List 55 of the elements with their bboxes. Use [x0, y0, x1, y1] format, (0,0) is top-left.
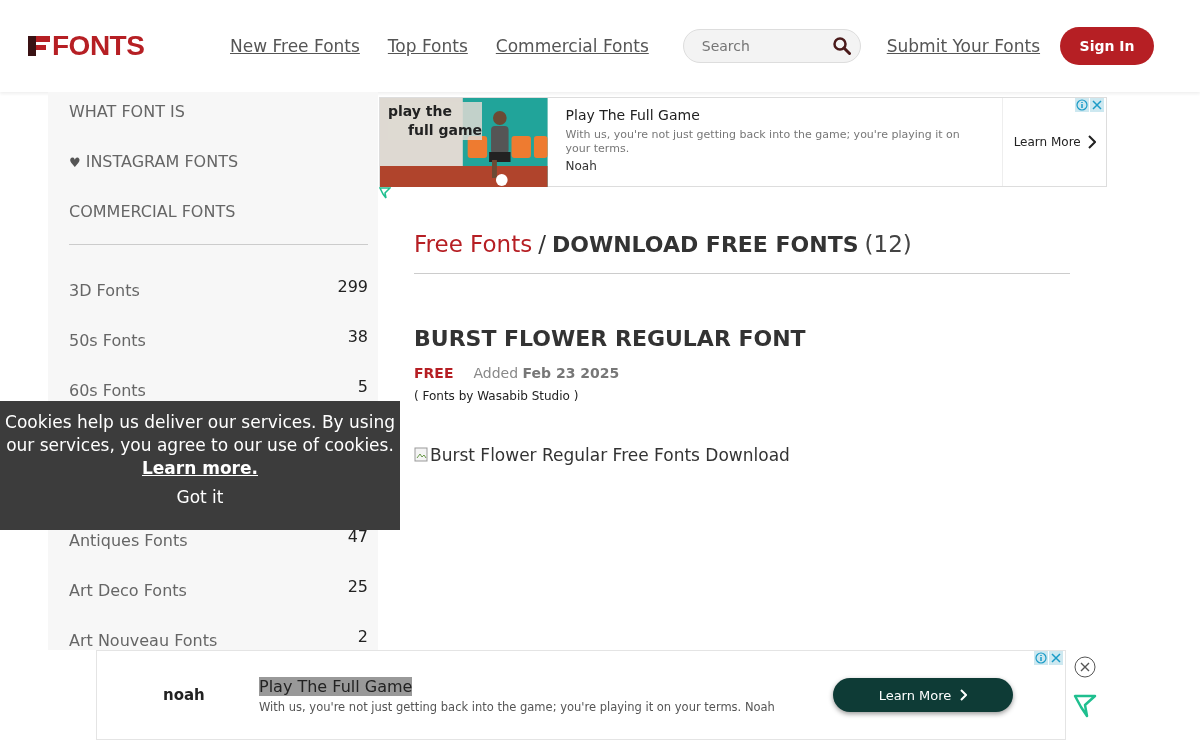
- category-count: 38: [347, 328, 368, 346]
- ad-text: With us, you're not just getting back into the game; you're playing it on your terms. Noah: [259, 699, 775, 714]
- heart-icon: ♥: [69, 154, 81, 170]
- category-link[interactable]: Art Deco Fonts: [69, 581, 187, 601]
- chevron-icon: [1086, 135, 1096, 149]
- page-heading: DOWNLOAD FREE FONTS: [551, 232, 859, 257]
- chevron-icon: [959, 689, 968, 701]
- learn-more-link[interactable]: Learn more.: [142, 458, 258, 478]
- free-label: FREE: [414, 365, 454, 381]
- info-icon[interactable]: [1034, 651, 1048, 665]
- category-count: 47: [347, 528, 368, 546]
- ad-title: Play The Full Game: [565, 107, 701, 123]
- nav-link[interactable]: New Free Fonts: [230, 36, 360, 56]
- category-link[interactable]: 60s Fonts: [69, 381, 146, 401]
- font-count: (12): [864, 231, 912, 257]
- brand-logo: noah: [163, 686, 206, 704]
- sidebar-link[interactable]: WHAT FONT IS: [69, 102, 185, 122]
- broken-image-icon: [414, 447, 430, 463]
- ad-banner[interactable]: play the full game Play The Full Game With us, you're not just getting back into the game; you're playing it on your terms. Noah Learn More: [379, 97, 1107, 187]
- category-count: 5: [357, 378, 368, 396]
- ad-title: Play The Full Game: [259, 676, 413, 696]
- search-field[interactable]: Search: [682, 29, 861, 63]
- learn-more-button[interactable]: Learn More: [833, 678, 1013, 712]
- image-alt-text: Burst Flower Regular Free Fonts Download: [430, 445, 790, 465]
- added-date: Added Feb 23 2025: [473, 365, 620, 381]
- submit-fonts-link[interactable]: Submit Your Fonts: [886, 36, 1041, 56]
- info-icon[interactable]: [1075, 98, 1089, 112]
- nav-link[interactable]: Top Fonts: [387, 36, 468, 56]
- freestar-icon: [379, 187, 391, 199]
- got-it-button[interactable]: Got it: [170, 486, 230, 508]
- category-link[interactable]: Antiques Fonts: [69, 531, 188, 551]
- breadcrumb-separator: /: [538, 231, 546, 257]
- ad-banner[interactable]: noah Play The Full Game With us, you're not just getting back into the game; you're playing it on your terms. Noah Learn More: [96, 650, 1066, 740]
- category-link[interactable]: 50s Fonts: [69, 331, 146, 351]
- font-title: BURST FLOWER REGULAR FONT: [414, 326, 807, 351]
- category-count: 2: [357, 628, 368, 646]
- breadcrumb-link[interactable]: Free Fonts: [414, 231, 533, 257]
- nav-link[interactable]: Commercial Fonts: [495, 36, 649, 56]
- category-link[interactable]: 3D Fonts: [69, 281, 140, 301]
- ad-advertiser: Noah: [565, 159, 598, 173]
- cookie-message: Cookies help us deliver our services. By using our services, you agree to our use of cookies. Learn more.: [4, 411, 396, 480]
- search-icon[interactable]: [832, 37, 851, 55]
- font-author: ( Fonts by Wasabib Studio ): [414, 389, 580, 403]
- site-logo[interactable]: FONTS: [28, 30, 216, 62]
- sidebar-link[interactable]: INSTAGRAM FONTS: [85, 152, 239, 172]
- ad-headline: play the full game: [388, 102, 483, 140]
- freestar-icon: [1073, 694, 1097, 718]
- category-count: 299: [337, 278, 368, 296]
- close-icon[interactable]: [1074, 656, 1096, 678]
- logo-icon: [28, 36, 50, 56]
- category-count: 25: [347, 578, 368, 596]
- sign-in-button[interactable]: Sign In: [1060, 27, 1155, 65]
- sidebar-link[interactable]: COMMERCIAL FONTS: [69, 202, 236, 222]
- category-link[interactable]: Art Nouveau Fonts: [69, 631, 218, 651]
- ad-text: With us, you're not just getting back into the game; you're playing it on your terms.: [565, 128, 961, 156]
